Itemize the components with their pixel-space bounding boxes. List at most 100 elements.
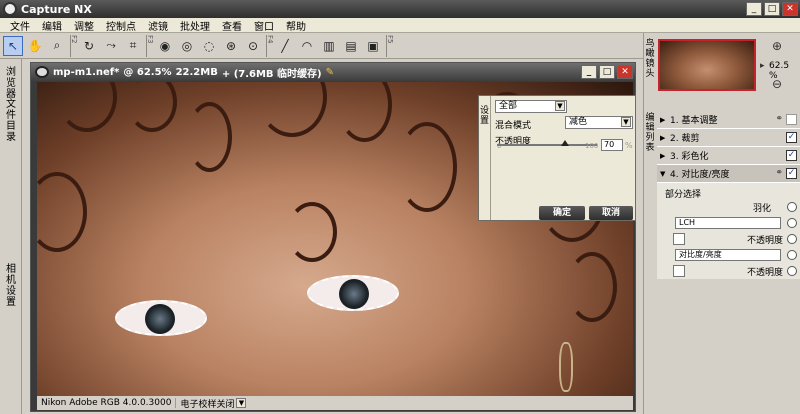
pencil-icon: ✎ (325, 66, 334, 78)
doc-close-button[interactable]: ✕ (617, 65, 633, 79)
fill-icon[interactable]: ▤ (341, 36, 361, 56)
softproof-select[interactable]: 电子校样关闭 ▼ (176, 397, 250, 410)
app-titlebar: Capture NX _ □ ✕ (0, 0, 800, 18)
white-point-icon[interactable]: ◎ (177, 36, 197, 56)
opacity-radio-2[interactable] (787, 266, 797, 276)
rotate-icon[interactable]: ↻ (79, 36, 99, 56)
contrast-select[interactable]: 对比度/亮度 (675, 249, 781, 261)
ok-button[interactable]: 确定 (539, 206, 585, 220)
menu-batch[interactable]: 批处理 (174, 18, 216, 33)
menu-edit[interactable]: 编辑 (36, 18, 68, 33)
document-window-controls: _ □ ✕ (581, 65, 633, 79)
step-label: 2. 裁剪 (670, 134, 700, 144)
step-basic-adjust[interactable]: ▶ 1. 基本调整 ⚭ (657, 111, 800, 129)
document-statusbar: Nikon Adobe RGB 4.0.0.3000 电子校样关闭 ▼ (37, 396, 633, 410)
tab-file-directory[interactable]: 文件目录 (3, 99, 19, 143)
tab-browser[interactable]: 浏览器 (3, 67, 19, 100)
tab-birdseye[interactable]: 鸟瞰镜头 (644, 39, 656, 79)
link-icon: ⚭ (775, 114, 783, 124)
step-detail: 部分选择 羽化 LCH 不透明度 对比度/亮度 不透明度 (657, 183, 800, 279)
expand-arrow-icon[interactable]: ▶ (660, 116, 670, 124)
tab-edit-list[interactable]: 编辑列表 (644, 113, 656, 153)
lasso-icon[interactable]: ◠ (297, 36, 317, 56)
cancel-button[interactable]: 取消 (589, 206, 633, 220)
opacity-slider-thumb[interactable] (561, 140, 569, 146)
gradient-icon[interactable]: ▥ (319, 36, 339, 56)
step-label: 3. 彩色化 (670, 152, 709, 162)
neutral-point-icon[interactable]: ◌ (199, 36, 219, 56)
feather-radio[interactable] (787, 202, 797, 212)
document-cache: + (7.6MB 临时缓存) (221, 68, 322, 80)
app-logo-icon (3, 2, 17, 16)
direct-select-icon[interactable]: ↖ (3, 35, 23, 56)
window-controls: _ □ ✕ (746, 2, 798, 16)
color-point-icon[interactable]: ⊛ (221, 36, 241, 56)
blend-mode-label: 混合模式 (495, 121, 532, 131)
document-zoom: @ 62.5% (123, 66, 172, 78)
percent-unit: % (625, 141, 633, 150)
toolbar-separator: F4 (266, 34, 274, 57)
hand-icon[interactable]: ✋ (25, 36, 45, 56)
settings-tab[interactable]: 设置 (479, 96, 491, 220)
step-checkbox[interactable] (786, 114, 797, 125)
zoom-icon[interactable]: ⌕ (47, 36, 67, 56)
toolbar-separator: F5 (386, 34, 394, 57)
mask-thumbnail[interactable] (673, 265, 685, 277)
zoom-out-icon[interactable]: ⊖ (772, 77, 782, 91)
expand-arrow-icon[interactable]: ▶ (660, 152, 670, 160)
doc-minimize-button[interactable]: _ (581, 65, 597, 79)
lch-radio[interactable] (787, 218, 797, 228)
lch-select[interactable]: LCH (675, 217, 781, 229)
step-label: 1. 基本调整 (670, 116, 718, 126)
opacity-label-1: 不透明度 (746, 236, 783, 246)
toolbar-separator: F3 (146, 34, 154, 57)
right-eye-selection (307, 275, 399, 311)
step-checkbox[interactable]: ✓ (786, 132, 797, 143)
menu-filter[interactable]: 滤镜 (142, 18, 174, 33)
contrast-radio[interactable] (787, 250, 797, 260)
menu-help[interactable]: 帮助 (280, 18, 312, 33)
birdseye-preview[interactable] (658, 39, 756, 91)
brush-icon[interactable]: ╱ (275, 36, 295, 56)
opacity-label-2: 不透明度 (746, 268, 783, 278)
opacity-radio-1[interactable] (787, 234, 797, 244)
maximize-button[interactable]: □ (764, 2, 780, 16)
step-checkbox[interactable]: ✓ (786, 168, 797, 179)
red-eye-icon[interactable]: ⊙ (243, 36, 263, 56)
toolbar-separator: F2 (70, 34, 78, 57)
selection-icon[interactable]: ▣ (363, 36, 383, 56)
expand-arrow-icon[interactable]: ▶ (660, 134, 670, 142)
menu-file[interactable]: 文件 (4, 18, 36, 33)
step-label: 4. 对比度/亮度 (670, 170, 730, 180)
blend-mode-select[interactable]: 减色 ▼ (565, 116, 633, 129)
menu-adjust[interactable]: 调整 (68, 18, 100, 33)
step-contrast-brightness[interactable]: ▼ 4. 对比度/亮度 ⚭ ✓ (657, 165, 800, 183)
step-checkbox[interactable]: ✓ (786, 150, 797, 161)
menubar: 文件 编辑 调整 控制点 滤镜 批处理 查看 窗口 帮助 (0, 18, 800, 33)
black-point-icon[interactable]: ◉ (155, 36, 175, 56)
step-crop[interactable]: ▶ 2. 裁剪 ✓ (657, 129, 800, 147)
chevron-down-icon: ▼ (621, 117, 631, 127)
step-colorize[interactable]: ▶ 3. 彩色化 ✓ (657, 147, 800, 165)
minimize-button[interactable]: _ (746, 2, 762, 16)
menu-control-points[interactable]: 控制点 (100, 18, 142, 33)
document-titlebar[interactable]: mp-m1.nef* @ 62.5% 22.2MB + (7.6MB 临时缓存)… (31, 63, 635, 81)
tab-camera-settings[interactable]: 相机设置 (3, 264, 19, 308)
collapse-arrow-icon[interactable]: ▼ (660, 170, 670, 178)
opacity-input[interactable]: 70 (601, 139, 623, 151)
straighten-icon[interactable]: ⤳ (101, 36, 121, 56)
menu-view[interactable]: 查看 (216, 18, 248, 33)
doc-maximize-button[interactable]: □ (599, 65, 615, 79)
close-button[interactable]: ✕ (782, 2, 798, 16)
link-icon: ⚭ (775, 168, 783, 178)
zoom-pointer-icon: ▸ (760, 61, 765, 71)
color-profile: Nikon Adobe RGB 4.0.0.3000 (37, 398, 177, 408)
crop-icon[interactable]: ⌗ (123, 36, 143, 56)
left-side-tabs: 浏览器 文件目录 相机设置 (0, 59, 22, 414)
selection-select[interactable]: 全部 ▼ (495, 100, 567, 113)
contrast-row: 对比度/亮度 (657, 247, 800, 263)
menu-window[interactable]: 窗口 (248, 18, 280, 33)
zoom-in-icon[interactable]: ⊕ (772, 39, 782, 53)
mask-thumbnail[interactable] (673, 233, 685, 245)
opacity-slider[interactable] (497, 144, 597, 146)
